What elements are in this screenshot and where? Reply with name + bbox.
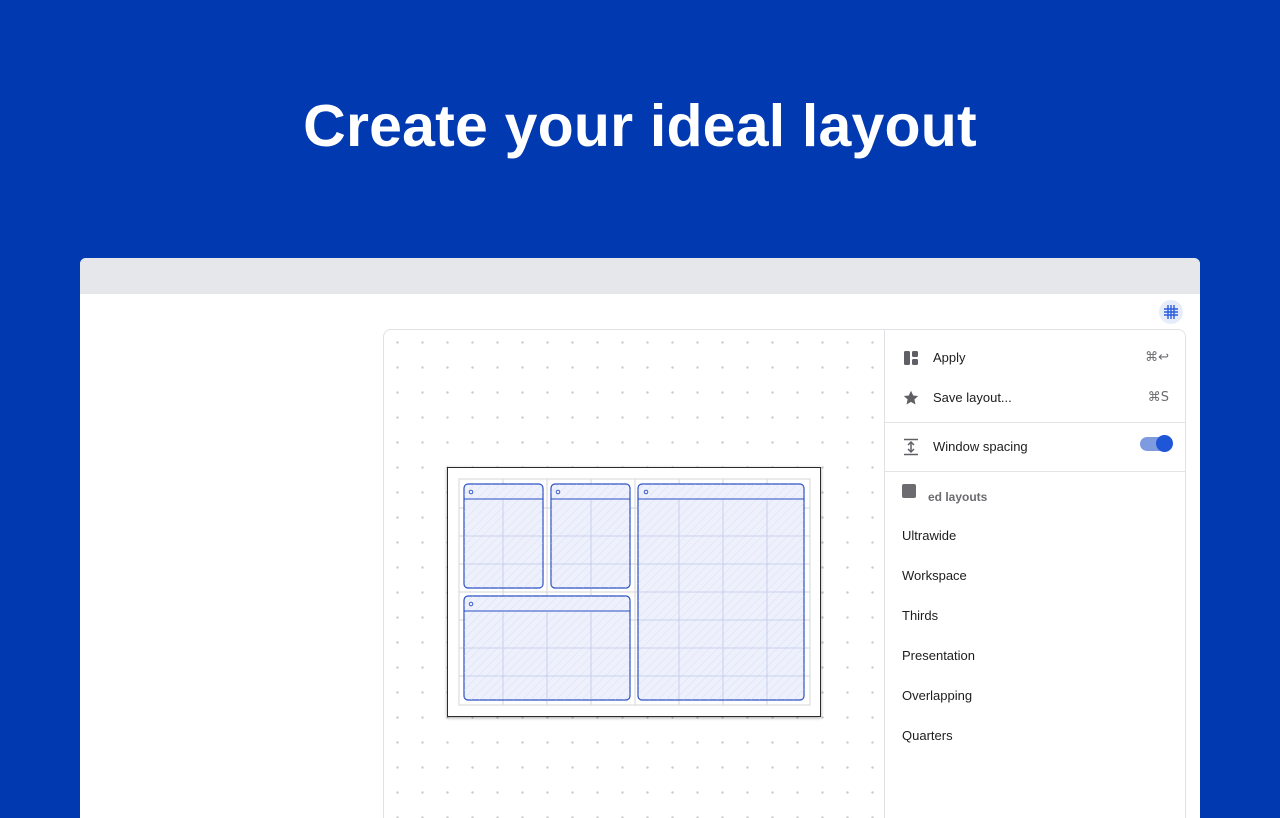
window-spacing-menu-item[interactable]: Window spacing <box>885 427 1185 467</box>
window-spacing-label: Window spacing <box>933 439 1028 454</box>
layout-preview <box>458 478 811 706</box>
layout-item-label: Workspace <box>902 568 967 583</box>
layout-sidebar: Apply ⌘↩ Save layout... ⌘S Window spacin… <box>884 330 1185 818</box>
window-titlebar[interactable] <box>80 258 1200 294</box>
menu-divider <box>885 471 1185 472</box>
saved-layouts-title: ed layouts <box>928 490 988 504</box>
layout-item-label: Overlapping <box>902 688 973 703</box>
layout-item-label: Thirds <box>902 608 939 623</box>
menu-divider <box>885 422 1185 423</box>
layout-item-overlapping[interactable]: Overlapping <box>885 676 1185 716</box>
save-layout-menu-item[interactable]: Save layout... ⌘S <box>885 378 1185 418</box>
vertical-spacing-icon <box>902 438 920 456</box>
grid-icon <box>1164 305 1178 319</box>
grid-toggle-button[interactable] <box>1159 300 1183 324</box>
app-window: Apply ⌘↩ Save layout... ⌘S Window spacin… <box>80 258 1200 818</box>
headline: Create your ideal layout <box>303 93 977 159</box>
layout-item-label: Ultrawide <box>902 528 957 543</box>
save-layout-shortcut: ⌘S <box>1147 390 1169 405</box>
apply-menu-item[interactable]: Apply ⌘↩ <box>885 338 1185 378</box>
layout-canvas[interactable] <box>384 330 884 818</box>
layout-icon <box>902 349 920 367</box>
layout-item-quarters[interactable]: Quarters <box>885 716 1185 756</box>
save-layout-label: Save layout... <box>933 390 1012 405</box>
star-icon <box>902 389 920 407</box>
window-icon <box>902 484 916 498</box>
apply-shortcut: ⌘↩ <box>1145 350 1169 365</box>
layout-item-label: Quarters <box>902 728 953 743</box>
layout-item-ultrawide[interactable]: Ultrawide <box>885 516 1185 556</box>
layout-editor-panel: Apply ⌘↩ Save layout... ⌘S Window spacin… <box>383 329 1186 818</box>
saved-layouts-header: ed layouts <box>902 484 1172 506</box>
layout-item-presentation[interactable]: Presentation <box>885 636 1185 676</box>
layout-item-label: Presentation <box>902 648 975 663</box>
screen-preview[interactable] <box>447 467 821 717</box>
layout-item-thirds[interactable]: Thirds <box>885 596 1185 636</box>
apply-label: Apply <box>933 350 966 365</box>
layout-item-workspace[interactable]: Workspace <box>885 556 1185 596</box>
toggle-knob <box>1156 435 1173 452</box>
window-spacing-toggle[interactable] <box>1140 435 1173 452</box>
